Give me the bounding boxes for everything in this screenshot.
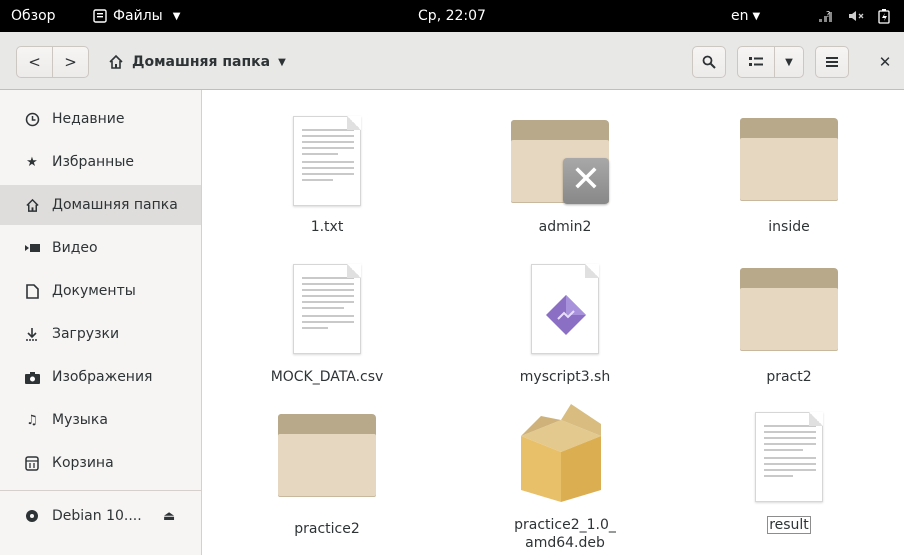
chevron-left-icon: < xyxy=(28,53,41,71)
sidebar-item-recent[interactable]: Недавние xyxy=(0,99,201,139)
home-icon xyxy=(109,54,123,69)
language-switcher[interactable]: en ▼ xyxy=(731,0,760,32)
no-access-emblem-icon: ✕ xyxy=(563,158,609,204)
file-name-rename-field[interactable]: result xyxy=(767,516,811,534)
view-options-button[interactable]: ▼ xyxy=(774,46,804,78)
sidebar-item-videos[interactable]: Видео xyxy=(0,228,201,268)
disc-icon xyxy=(24,508,40,524)
clock[interactable]: Ср, 22:07 xyxy=(0,0,904,32)
sidebar-item-label: Видео xyxy=(52,240,98,256)
close-icon: ✕ xyxy=(878,53,892,71)
file-name: myscript3.sh xyxy=(519,369,611,385)
sidebar-item-label: Домашняя папка xyxy=(52,197,178,213)
sidebar-item-label: Музыка xyxy=(52,412,108,428)
home-icon xyxy=(24,197,40,213)
eject-icon[interactable]: ⏏ xyxy=(163,509,175,524)
sidebar-item-label: Избранные xyxy=(52,154,134,170)
sidebar-item-device[interactable]: Debian 10.... ⏏ xyxy=(0,496,201,536)
text-file-icon xyxy=(293,264,361,354)
locked-folder-icon: ✕ xyxy=(511,120,609,204)
language-chevron-icon: ▼ xyxy=(752,10,761,22)
path-bar-button[interactable]: Домашняя папка ▼ xyxy=(108,46,286,78)
file-name: practice2 xyxy=(294,521,360,537)
camera-icon xyxy=(24,369,40,385)
sidebar-item-pictures[interactable]: Изображения xyxy=(0,357,201,397)
top-bar: Обзор Файлы ▼ Ср, 22:07 en ▼ ? ▼ xyxy=(0,0,904,32)
folder-icon xyxy=(740,268,838,352)
sidebar-item-music[interactable]: ♫ Музыка xyxy=(0,400,201,440)
file-name: pract2 xyxy=(766,369,812,385)
search-button[interactable] xyxy=(692,46,726,78)
chevron-down-icon: ▼ xyxy=(785,56,793,68)
back-button[interactable]: < xyxy=(16,46,53,78)
main-menu-button[interactable] xyxy=(815,46,849,78)
forward-button[interactable]: > xyxy=(52,46,89,78)
header-bar: < > Домашняя папка ▼ ▼ ✕ xyxy=(0,32,904,90)
list-view-icon xyxy=(749,57,763,66)
sidebar-item-starred[interactable]: ★ Избранные xyxy=(0,142,201,182)
file-name[interactable]: result xyxy=(704,516,874,534)
search-icon xyxy=(702,55,716,69)
close-window-button[interactable]: ✕ xyxy=(875,46,895,78)
text-file-icon xyxy=(755,412,823,502)
hamburger-menu-icon xyxy=(826,57,838,67)
folder-icon xyxy=(278,414,376,498)
video-icon xyxy=(24,240,40,256)
clock-label: Ср, 22:07 xyxy=(418,8,486,24)
file-name-line2: amd64.deb xyxy=(525,535,605,551)
sidebar-item-label: Корзина xyxy=(52,455,114,471)
sidebar-item-label: Документы xyxy=(52,283,136,299)
battery-icon xyxy=(878,8,890,24)
file-name: admin2 xyxy=(538,219,592,235)
file-name-line1: practice2_1.0_ xyxy=(514,517,616,533)
file-name: MOCK_DATA.csv xyxy=(270,369,384,385)
sidebar-item-label: Недавние xyxy=(52,111,125,127)
file-name: inside xyxy=(768,219,810,235)
file-name: practice2_1.0_ amd64.deb xyxy=(480,516,650,552)
file-name: 1.txt xyxy=(310,219,344,235)
view-mode-button[interactable] xyxy=(737,46,775,78)
text-file-icon xyxy=(293,116,361,206)
sidebar-separator xyxy=(0,490,201,491)
svg-text:?: ? xyxy=(826,10,830,19)
path-label: Домашняя папка xyxy=(132,54,271,70)
clock-icon xyxy=(24,111,40,127)
sidebar-item-label: Debian 10.... xyxy=(52,508,142,524)
script-file-icon xyxy=(531,264,599,354)
star-icon: ★ xyxy=(26,154,38,170)
sidebar: Недавние ★ Избранные Домашняя папка Виде… xyxy=(0,90,202,555)
sidebar-item-documents[interactable]: Документы xyxy=(0,271,201,311)
chevron-right-icon: > xyxy=(64,53,77,71)
download-icon xyxy=(24,326,40,342)
folder-icon xyxy=(740,118,838,202)
sidebar-item-downloads[interactable]: Загрузки xyxy=(0,314,201,354)
trash-icon xyxy=(24,455,40,471)
path-chevron-down-icon: ▼ xyxy=(278,56,286,68)
sidebar-item-trash[interactable]: Корзина xyxy=(0,443,201,483)
sidebar-item-home[interactable]: Домашняя папка xyxy=(0,185,201,225)
document-icon xyxy=(24,283,40,299)
music-icon: ♫ xyxy=(26,412,38,428)
file-grid: 1.txt ✕ admin2 inside MOCK_DATA.csv mysc… xyxy=(202,90,904,555)
volume-muted-icon xyxy=(849,11,864,21)
language-label: en xyxy=(731,8,749,24)
package-icon xyxy=(521,404,601,502)
sidebar-item-label: Загрузки xyxy=(52,326,120,342)
status-menu[interactable]: ? ▼ xyxy=(818,0,904,32)
sidebar-item-label: Изображения xyxy=(52,369,153,385)
network-icon: ? xyxy=(819,10,832,22)
